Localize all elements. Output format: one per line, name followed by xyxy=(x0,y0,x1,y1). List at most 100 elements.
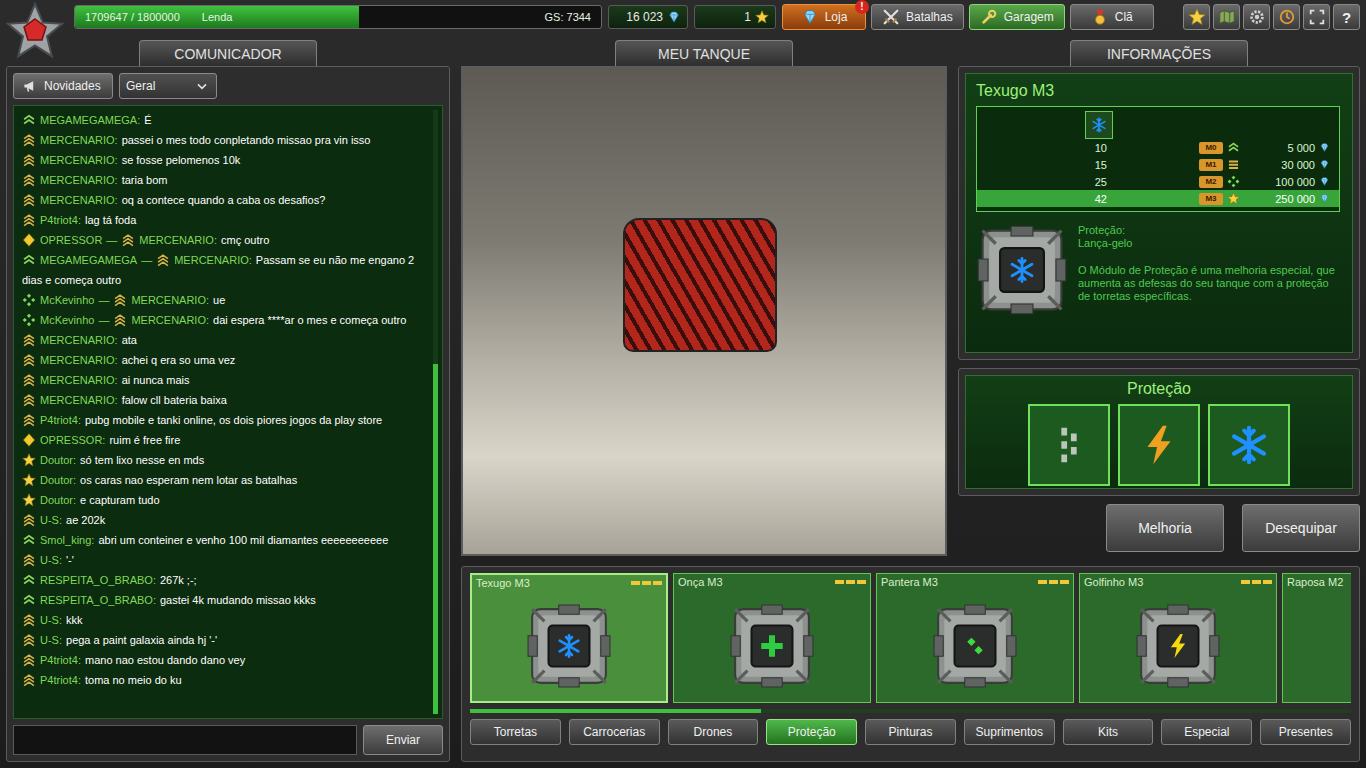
reply-mark: — xyxy=(98,294,109,306)
price: 30 000 xyxy=(1251,159,1315,171)
tool-button[interactable] xyxy=(1183,4,1210,30)
category-tab[interactable]: Suprimentos xyxy=(964,719,1055,745)
recipient-name[interactable]: MERCENARIO xyxy=(131,314,206,326)
item-title: Texugo M3 xyxy=(976,82,1340,100)
chat-input[interactable] xyxy=(13,725,357,755)
tank-viewport[interactable] xyxy=(461,66,947,556)
top-bar: 1709647 / 1800000LendaGS: 734416 0231Loj… xyxy=(0,0,1366,34)
chat-input-row: Enviar xyxy=(13,725,443,755)
category-tab[interactable]: Kits xyxy=(1063,719,1154,745)
sender-name[interactable]: P4triot4 xyxy=(40,654,78,666)
message-text: ai nunca mais xyxy=(122,374,190,386)
message-text: gastei 4k mudando missao kkks xyxy=(160,594,316,606)
upgrade-dot xyxy=(846,580,855,584)
sender-name[interactable]: RESPEITA_O_BRABO xyxy=(40,594,153,606)
message-text: oq a contece quando a caba os desafios? xyxy=(122,194,326,206)
recipient-name[interactable]: MERCENARIO xyxy=(131,294,206,306)
nav-button[interactable]: Batalhas xyxy=(871,4,964,30)
item-card[interactable]: Onça M3 xyxy=(673,573,871,703)
item-card[interactable]: Golfinho M3 xyxy=(1079,573,1277,703)
description-text: O Módulo de Proteção é uma melhoria espe… xyxy=(1078,264,1340,303)
tool-button[interactable] xyxy=(1303,4,1330,30)
sender-name[interactable]: McKevinho xyxy=(40,314,94,326)
sender-name[interactable]: MERCENARIO xyxy=(40,174,115,186)
action-button[interactable]: Desequipar xyxy=(1242,504,1360,552)
sender-name[interactable]: U-S xyxy=(40,614,59,626)
category-tab[interactable]: Presentes xyxy=(1260,719,1351,745)
sender-name[interactable]: MERCENARIO xyxy=(40,334,115,346)
rank-icon xyxy=(1227,192,1240,205)
sender-name[interactable]: U-S xyxy=(40,514,59,526)
scroll-thumb[interactable] xyxy=(433,364,438,714)
sender-name[interactable]: Doutor xyxy=(40,494,73,506)
category-tab[interactable]: Especial xyxy=(1161,719,1252,745)
category-tab[interactable]: Pinturas xyxy=(865,719,956,745)
upgrade-dot xyxy=(642,581,651,585)
chat-message: MEGAMEGAMEGA—MERCENARIO:Passam se eu não… xyxy=(22,250,429,290)
chat-message: U-S:kkk xyxy=(22,610,429,630)
upgrade-row: 25M2100 000 xyxy=(977,173,1339,190)
name-colon: : xyxy=(115,194,118,206)
chat-message: RESPEITA_O_BRABO:gastei 4k mudando missa… xyxy=(22,590,429,610)
nav-button[interactable]: Clã xyxy=(1070,4,1154,30)
send-button[interactable]: Enviar xyxy=(363,725,443,755)
nav-icon xyxy=(1091,8,1109,26)
sender-name[interactable]: Doutor xyxy=(40,454,73,466)
sender-name[interactable]: RESPEITA_O_BRABO xyxy=(40,574,153,586)
item-card[interactable]: Pantera M3 xyxy=(876,573,1074,703)
category-tab[interactable]: Carrocerias xyxy=(569,719,660,745)
recipient-name[interactable]: MERCENARIO xyxy=(174,254,249,266)
news-button[interactable]: Novidades xyxy=(13,73,113,99)
sender-name[interactable]: MEGAMEGAMEGA xyxy=(40,114,137,126)
notification-badge: ! xyxy=(855,0,869,14)
sender-name[interactable]: MERCENARIO xyxy=(40,194,115,206)
tool-button[interactable] xyxy=(1273,4,1300,30)
nav-button[interactable]: Loja! xyxy=(782,4,866,30)
chat-message: U-S:ae 202k xyxy=(22,510,429,530)
nav-button[interactable]: Garagem xyxy=(969,4,1065,30)
tool-button[interactable] xyxy=(1213,4,1240,30)
star-count: 1 xyxy=(744,10,751,24)
category-tab[interactable]: Proteção xyxy=(766,719,857,745)
scroll-thumb[interactable] xyxy=(470,709,761,713)
message-text: kkk xyxy=(66,614,83,626)
sender-name[interactable]: McKevinho xyxy=(40,294,94,306)
action-button[interactable]: Melhoria xyxy=(1106,504,1224,552)
sender-name[interactable]: MERCENARIO xyxy=(40,354,115,366)
sender-name[interactable]: U-S xyxy=(40,554,59,566)
chat-scrollbar[interactable] xyxy=(433,110,438,714)
chat-message: MERCENARIO:ata xyxy=(22,330,429,350)
protection-label: Proteção: xyxy=(1078,224,1340,237)
nav-icon xyxy=(801,8,819,26)
sender-name[interactable]: Doutor xyxy=(40,474,73,486)
sender-name[interactable]: MERCENARIO xyxy=(40,134,115,146)
category-tab[interactable]: Drones xyxy=(668,719,759,745)
sender-name[interactable]: MEGAMEGAMEGA xyxy=(40,254,137,266)
rank-icon xyxy=(22,593,36,607)
sender-name[interactable]: P4triot4 xyxy=(40,214,78,226)
tool-button[interactable]: ? xyxy=(1333,4,1360,30)
message-text: '-' xyxy=(66,554,74,566)
sender-name[interactable]: MERCENARIO xyxy=(40,394,115,406)
item-card[interactable]: Raposa M2 xyxy=(1282,573,1351,703)
game-logo-icon[interactable] xyxy=(3,1,67,61)
recipient-name[interactable]: MERCENARIO xyxy=(139,234,214,246)
chat-message: Doutor:e capturam tudo xyxy=(22,490,429,510)
item-card[interactable]: Texugo M3 xyxy=(470,573,668,703)
message-text: É xyxy=(144,114,151,126)
sender-name[interactable]: P4triot4 xyxy=(40,674,78,686)
channel-dropdown[interactable]: Geral xyxy=(119,73,217,99)
sender-name[interactable]: P4triot4 xyxy=(40,414,78,426)
tool-button[interactable] xyxy=(1243,4,1270,30)
sender-name[interactable]: OPRESSOR xyxy=(40,234,102,246)
protection-slot xyxy=(1118,404,1200,486)
sender-name[interactable]: Smol_king xyxy=(40,534,91,546)
sender-name[interactable]: MERCENARIO xyxy=(40,374,115,386)
sender-name[interactable]: OPRESSOR xyxy=(40,434,102,446)
sender-name[interactable]: MERCENARIO xyxy=(40,154,115,166)
section-cell: COMUNICADOR xyxy=(6,40,450,66)
category-tab[interactable]: Torretas xyxy=(470,719,561,745)
item-scrollbar[interactable] xyxy=(470,709,1351,713)
upgrade-dot xyxy=(1038,580,1047,584)
sender-name[interactable]: U-S xyxy=(40,634,59,646)
